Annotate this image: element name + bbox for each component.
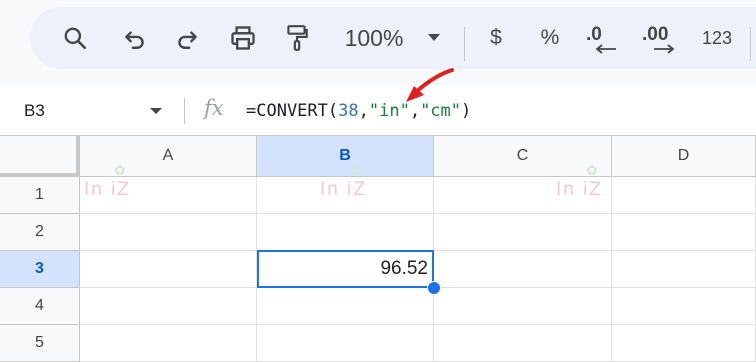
cell-b2[interactable] bbox=[257, 214, 434, 251]
leaf-icon: ✿ bbox=[114, 162, 128, 178]
active-cell-b3[interactable]: 96.52 bbox=[257, 250, 434, 288]
row-header-1[interactable]: 1 bbox=[0, 177, 80, 214]
cell-a5[interactable] bbox=[80, 325, 257, 362]
paint-format-icon bbox=[287, 25, 308, 51]
row-header-4[interactable]: 4 bbox=[0, 288, 80, 325]
search-icon bbox=[64, 27, 87, 50]
formula-close-paren: ) bbox=[461, 101, 472, 121]
cell-a3[interactable] bbox=[80, 251, 257, 288]
toolbar: 100% $ % .0 .00 123 bbox=[30, 7, 756, 69]
cell-c4[interactable] bbox=[434, 288, 612, 325]
arrow-left-icon bbox=[595, 44, 616, 54]
print-button[interactable] bbox=[226, 7, 260, 69]
cell-d4[interactable] bbox=[612, 288, 756, 325]
decrease-decimal-label: .0 bbox=[586, 24, 602, 45]
format-currency-button[interactable]: $ bbox=[482, 7, 510, 69]
cell-d3[interactable] bbox=[612, 251, 756, 288]
format-percent-button[interactable]: % bbox=[536, 7, 564, 69]
formula-number-arg: 38 bbox=[338, 101, 359, 121]
paint-format-button[interactable] bbox=[280, 7, 314, 69]
leaf-icon: ✿ bbox=[586, 162, 600, 178]
formula-bar-divider bbox=[184, 98, 185, 124]
row-header-5[interactable]: 5 bbox=[0, 325, 80, 362]
undo-icon bbox=[125, 31, 144, 49]
spreadsheet-grid: A B C D 1 2 3 4 5 ✿ In iZ ✿ In iZ ✿ In iZ 9… bbox=[0, 136, 756, 362]
annotation-arrow-icon bbox=[406, 68, 454, 102]
leaf-icon: ✿ bbox=[350, 162, 364, 178]
caret-down-icon bbox=[428, 34, 440, 41]
watermark-logo: ✿ In iZ bbox=[556, 162, 603, 204]
watermark-text: In iZ bbox=[556, 179, 603, 200]
fx-icon: fx bbox=[204, 96, 224, 120]
search-menus-button[interactable] bbox=[58, 7, 92, 69]
row-header-2[interactable]: 2 bbox=[0, 214, 80, 251]
increase-decimal-label: .00 bbox=[642, 24, 669, 45]
zoom-dropdown-button[interactable] bbox=[422, 7, 446, 69]
fill-handle[interactable] bbox=[427, 281, 441, 295]
toolbar-divider bbox=[464, 27, 465, 61]
redo-icon bbox=[178, 31, 197, 49]
formula-bar: B3 fx =CONVERT(38, "in", "cm") bbox=[0, 86, 756, 136]
formula-comma: , bbox=[358, 101, 369, 121]
increase-decimal-button[interactable]: .00 bbox=[642, 7, 682, 69]
cell-c3[interactable] bbox=[434, 251, 612, 288]
column-header-b[interactable]: B bbox=[257, 136, 434, 177]
cell-a2[interactable] bbox=[80, 214, 257, 251]
arrow-right-icon bbox=[654, 44, 675, 54]
cell-d1[interactable] bbox=[612, 177, 756, 214]
undo-button[interactable] bbox=[118, 7, 152, 69]
more-formats-label: 123 bbox=[701, 27, 733, 48]
decrease-decimal-button[interactable]: .0 bbox=[586, 7, 626, 69]
column-header-d[interactable]: D bbox=[612, 136, 756, 177]
formula-function: =CONVERT( bbox=[246, 101, 339, 121]
toolbar-area: 100% $ % .0 .00 123 bbox=[0, 0, 756, 86]
name-box[interactable]: B3 bbox=[24, 86, 45, 136]
watermark-logo: ✿ In iZ bbox=[84, 162, 131, 204]
cell-c2[interactable] bbox=[434, 214, 612, 251]
watermark-logo: ✿ In iZ bbox=[320, 162, 367, 204]
select-all-corner[interactable] bbox=[0, 136, 80, 177]
zoom-value: 100% bbox=[344, 24, 404, 51]
more-formats-button[interactable]: 123 bbox=[696, 7, 738, 69]
toolbar-divider bbox=[750, 27, 751, 61]
cell-a4[interactable] bbox=[80, 288, 257, 325]
cell-d5[interactable] bbox=[612, 325, 756, 362]
watermark-text: In iZ bbox=[84, 179, 131, 200]
column-header-a[interactable]: A bbox=[80, 136, 257, 177]
row-header-3[interactable]: 3 bbox=[0, 251, 80, 288]
cell-b5[interactable] bbox=[257, 325, 434, 362]
currency-label: $ bbox=[490, 26, 502, 49]
cell-b3-value: 96.52 bbox=[380, 258, 428, 279]
cell-b4[interactable] bbox=[257, 288, 434, 325]
percent-label: % bbox=[540, 26, 560, 49]
cell-c5[interactable] bbox=[434, 325, 612, 362]
cell-d2[interactable] bbox=[612, 214, 756, 251]
watermark-text: In iZ bbox=[320, 179, 367, 200]
print-icon bbox=[231, 26, 255, 50]
redo-button[interactable] bbox=[170, 7, 204, 69]
zoom-select[interactable]: 100% bbox=[336, 7, 412, 69]
name-box-dropdown-icon[interactable] bbox=[150, 108, 162, 114]
